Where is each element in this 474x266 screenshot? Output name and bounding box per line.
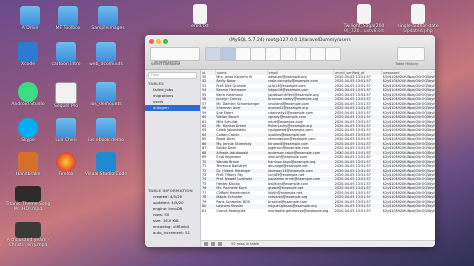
sequel-pro-window[interactable]: (MySQL 5.7.24) root@127.0.0.1/laravelDum…	[145, 35, 435, 247]
desktop-icon-ios-demounts[interactable]: ios_demounts	[78, 82, 134, 107]
users-data-table[interactable]: id name email email_verified_at password…	[201, 70, 435, 213]
desktop-icon-label: Twilight_Saga(200 9)_720...uxtv8.srt	[343, 24, 385, 34]
status-text: 50 rows in table	[231, 242, 260, 246]
status-bar: 50 rows in table	[201, 240, 435, 247]
add-row-icon[interactable]	[204, 242, 208, 246]
folder-icon	[98, 6, 118, 26]
folder-icon	[58, 6, 78, 26]
window-titlebar[interactable]: (MySQL 5.7.24) root@127.0.0.1/laravelDum…	[145, 35, 435, 70]
triggers-tab-button[interactable]	[250, 47, 266, 61]
table-cell[interactable]: $2y$10$92IXUNpkjO0rOQ5byMi.Ye	[381, 115, 435, 120]
database-selector[interactable]: laravelDummy	[150, 47, 200, 64]
select-database-label: Select Database	[151, 62, 181, 66]
table-history-label: Table History	[395, 62, 419, 66]
table-history-button[interactable]	[295, 47, 311, 61]
skype-icon	[18, 118, 38, 138]
table-info-tab-button[interactable]	[265, 47, 281, 61]
desktop-icon-label: web_dcomuuts	[89, 62, 123, 67]
desktop-icon-sampleimages[interactable]: Sampleimages	[80, 6, 136, 31]
table-cell[interactable]: $2y$10$92IXUNpkjO0rOQ5byMi.Ye	[381, 204, 435, 209]
handbrake-icon	[18, 152, 38, 172]
table-cell[interactable]: Carroll Rodriguez	[215, 209, 267, 213]
refresh-icon[interactable]	[218, 242, 223, 246]
desktop-icon-ios-ebook-demo[interactable]: ios ebook demo	[78, 118, 134, 143]
folder-icon	[96, 82, 116, 102]
text-file-icon	[193, 4, 207, 24]
sidebar-table-autogen[interactable]: autogen	[145, 105, 200, 111]
video-thumbnail-icon	[15, 222, 41, 238]
table-cell[interactable]: 2020-04-05 13:51:57	[334, 209, 382, 213]
subtitle-file-icon	[357, 4, 371, 24]
desktop-icon-label: Titanic Theme Song M...HD].mp4	[5, 202, 51, 212]
table-content-view[interactable]: id name email email_verified_at password…	[201, 70, 435, 247]
table-history-nav[interactable]	[397, 47, 425, 61]
content-tab-button[interactable]	[220, 47, 236, 61]
android-studio-icon	[18, 82, 38, 102]
php-file-icon	[411, 4, 425, 24]
desktop-icon-label: Visual Studio Code	[84, 172, 128, 177]
desktop-icon-label: emd.txt	[191, 24, 209, 29]
vscode-icon	[96, 152, 116, 172]
table-cell[interactable]: $2y$10$92IXUNpkjO0rOQ5byMi.Ye	[382, 155, 435, 159]
desktop-icon-twilight-srt[interactable]: Twilight_Saga(200 9)_720...uxtv8.srt	[336, 4, 392, 34]
desktop-icon-label: single-author-date Updated.php	[397, 24, 439, 34]
structure-tab-button[interactable]	[205, 47, 221, 61]
desktop-icon-thousand-years-video[interactable]: A thousand years - Christi...erry.mp4	[0, 222, 56, 248]
desktop-icon-label: A thousand years - Christi...erry.mp4	[6, 238, 50, 248]
sequel-pro-icon	[55, 82, 77, 104]
desktop-icon-titanic-video[interactable]: Titanic Theme Song M...HD].mp4	[0, 186, 56, 212]
table-info-auto-increment: auto_increment: 51	[153, 230, 191, 235]
table-cell[interactable]: $2y$10$92IXUNpkjO0rOQ5byMi.Ye	[382, 164, 435, 168]
table-cell[interactable]: morissete.genevieve@example.org	[267, 209, 334, 213]
folder-icon	[56, 118, 76, 138]
table-cell[interactable]: $2y$10$92IXUNpkjO0rOQ5byMi.Ye	[382, 209, 435, 213]
desktop-icon-emd-txt[interactable]: emd.txt	[172, 4, 228, 29]
desktop-icon-vscode[interactable]: Visual Studio Code	[78, 152, 134, 177]
desktop-icon-label: Sampleimages	[91, 26, 125, 31]
desktop-icon-label: ios ebook demo	[88, 138, 124, 143]
query-tab-button[interactable]	[280, 47, 296, 61]
sidebar: Filter TABLES failed_jobs migrations use…	[145, 70, 201, 247]
folder-icon	[96, 42, 116, 62]
window-title: (MySQL 5.7.24) root@127.0.0.1/laravelDum…	[229, 38, 351, 43]
video-thumbnail-icon	[15, 186, 41, 202]
table-cell[interactable]: 81	[201, 209, 215, 213]
console-button[interactable]	[325, 47, 341, 61]
users-button[interactable]	[310, 47, 326, 61]
table-row[interactable]: 81 Carroll Rodriguez morissete.genevieve@e…	[201, 209, 435, 213]
table-filter-input[interactable]: Filter	[148, 72, 197, 79]
desktop-icon-label: ios_demounts	[90, 102, 122, 107]
remove-row-icon[interactable]	[211, 242, 216, 246]
folder-icon	[96, 118, 116, 138]
folder-icon	[56, 42, 76, 62]
desktop-icon-web-dcomuuts[interactable]: web_dcomuuts	[78, 42, 134, 67]
xcode-icon	[18, 42, 38, 62]
desktop-icon-single-author-php[interactable]: single-author-date Updated.php	[390, 4, 446, 34]
folder-icon	[20, 6, 40, 26]
firefox-icon	[56, 152, 76, 172]
relations-tab-button[interactable]	[235, 47, 251, 61]
table-cell[interactable]: $2y$10$92IXUNpkjO0rOQ5byMi.Ye	[381, 106, 435, 111]
